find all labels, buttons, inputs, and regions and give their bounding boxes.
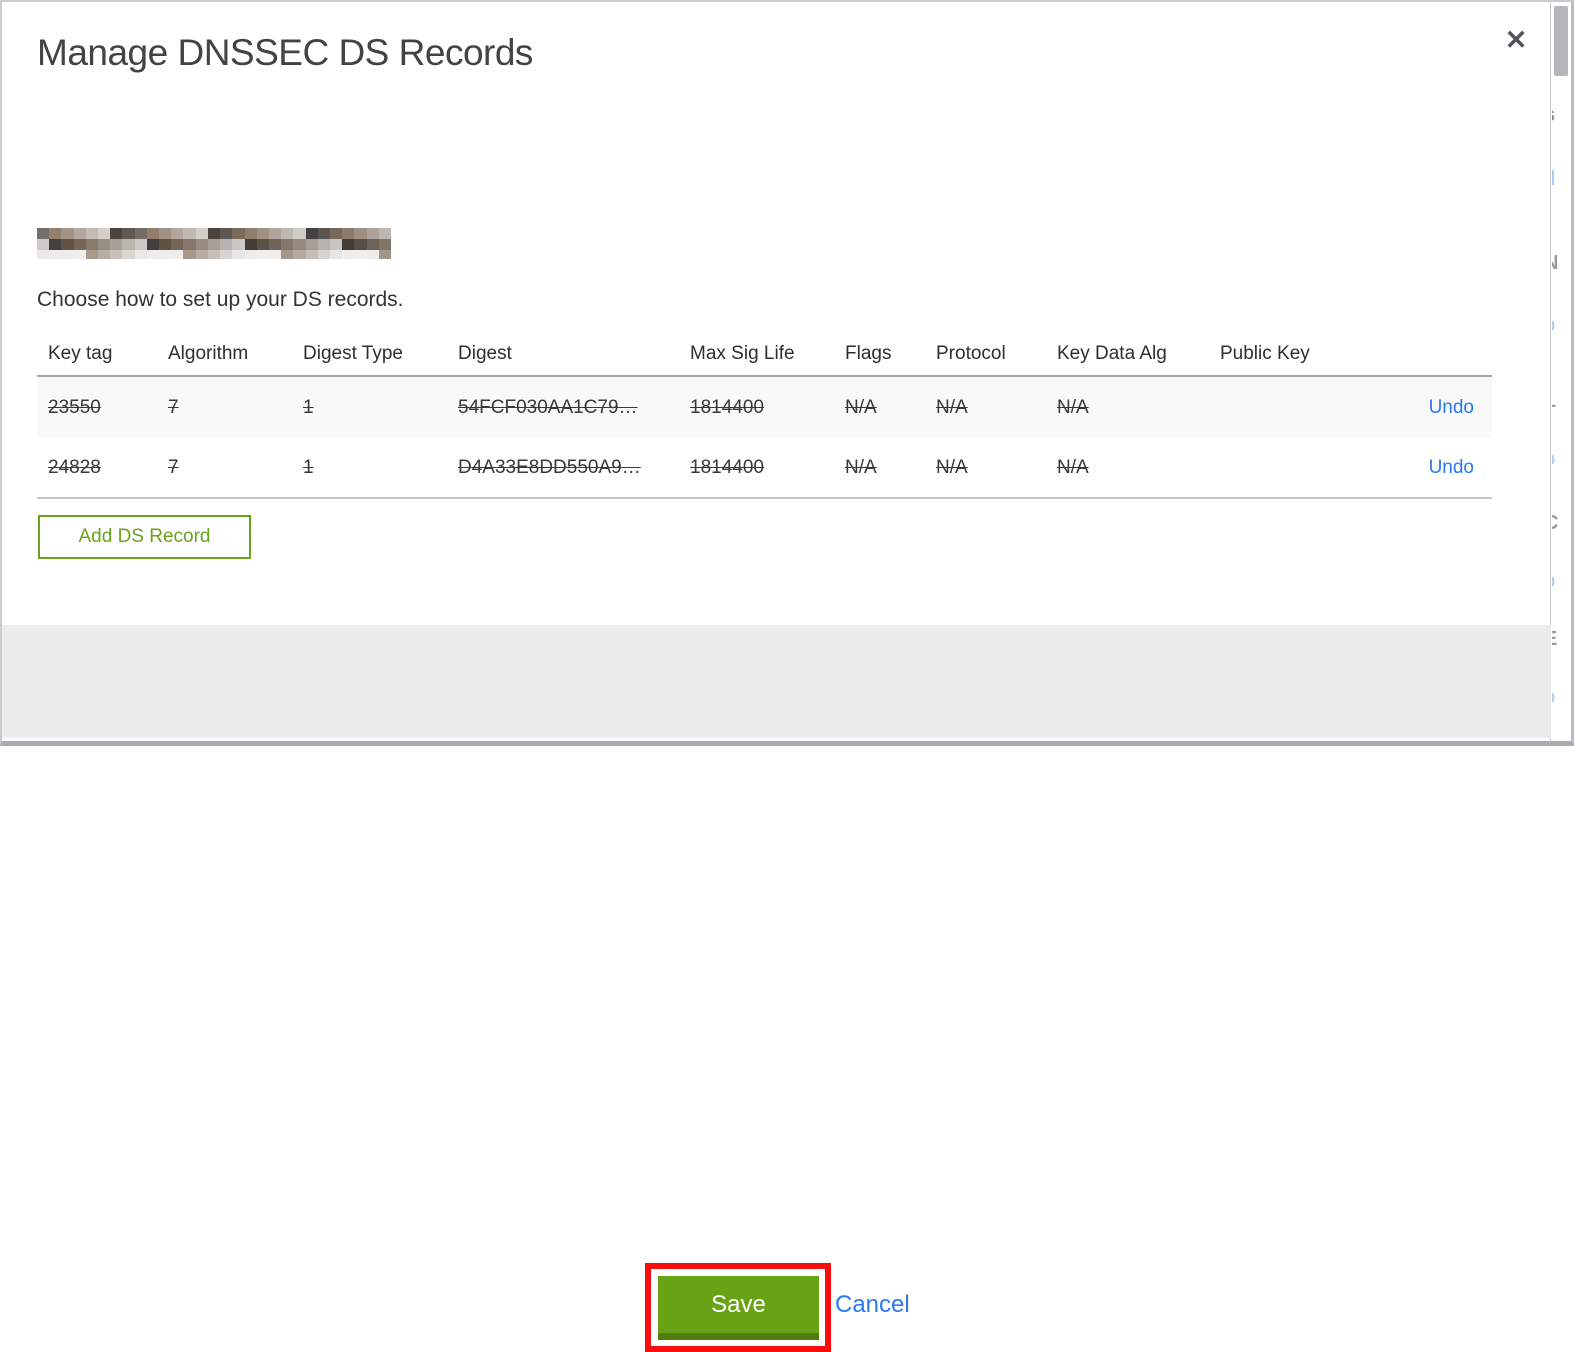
save-button[interactable]: Save	[658, 1276, 819, 1340]
background-text-fragment: o	[1552, 570, 1568, 592]
ds-records-table: Key tag Algorithm Digest Type Digest Max Sig…	[37, 332, 1492, 499]
column-header: Key tag	[48, 342, 113, 364]
undo-link[interactable]: Undo	[1429, 457, 1474, 478]
table-cell: 24828	[48, 456, 101, 478]
table-cell: N/A	[1057, 396, 1089, 418]
table-cell: N/A	[845, 396, 877, 418]
table-cell: 1	[303, 396, 314, 418]
background-page-sliver: s d No Lo Co Eo	[1552, 0, 1571, 746]
close-icon[interactable]: ✕	[1498, 22, 1534, 58]
undo-link[interactable]: Undo	[1429, 397, 1474, 418]
column-header: Max Sig Life	[690, 342, 795, 364]
table-cell: 1814400	[690, 456, 764, 478]
table-cell: N/A	[936, 396, 968, 418]
table-cell: 1	[303, 456, 314, 478]
add-ds-record-button[interactable]: Add DS Record	[38, 515, 251, 559]
column-header: Digest Type	[303, 342, 403, 364]
table-cell: Undo	[1349, 457, 1492, 479]
table-cell: N/A	[1057, 456, 1089, 478]
table-cell: 23550	[48, 396, 101, 418]
page-title: Manage DNSSEC DS Records	[37, 32, 533, 73]
background-text-fragment: s	[1552, 104, 1568, 126]
column-header: Flags	[845, 342, 892, 364]
background-text-fragment: o	[1552, 314, 1568, 336]
setup-instruction-text: Choose how to set up your DS records.	[37, 288, 404, 311]
scrollbar-thumb[interactable]	[1554, 6, 1568, 76]
table-cell: 1814400	[690, 396, 764, 418]
table-cell: Undo	[1349, 397, 1492, 419]
background-text-fragment: C	[1552, 512, 1568, 534]
column-header: Algorithm	[168, 342, 249, 364]
column-header: Digest	[458, 342, 512, 364]
cancel-link[interactable]: Cancel	[835, 1291, 910, 1319]
background-text-fragment: o	[1552, 448, 1568, 470]
background-text-fragment: o	[1552, 686, 1568, 708]
table-cell: N/A	[936, 456, 968, 478]
table-row: 23550 7 1 54FCF030AA1C79… 1814400 N/A N/A N/A Un…	[37, 377, 1492, 438]
column-header: Key Data Alg	[1057, 342, 1167, 364]
column-header: Protocol	[936, 342, 1006, 364]
table-header-row: Key tag Algorithm Digest Type Digest Max Sig…	[37, 332, 1492, 377]
background-text-fragment: d	[1552, 168, 1568, 190]
column-header: Public Key	[1220, 342, 1310, 364]
table-cell: N/A	[845, 456, 877, 478]
modal-footer: Save Cancel	[2, 625, 1551, 1352]
manage-dnssec-modal: Manage DNSSEC DS Records ✕ Choose how to…	[2, 2, 1551, 1352]
table-cell: D4A33E8DD550A9…	[458, 456, 641, 478]
domain-name-redacted	[37, 228, 391, 259]
table-cell: 7	[168, 396, 179, 418]
background-text-fragment: L	[1552, 390, 1568, 412]
background-text-fragment: N	[1552, 252, 1568, 274]
background-text-fragment: E	[1552, 628, 1568, 650]
table-cell: 54FCF030AA1C79…	[458, 396, 638, 418]
table-cell: 7	[168, 456, 179, 478]
table-row: 24828 7 1 D4A33E8DD550A9… 1814400 N/A N/A N/A Un…	[37, 438, 1492, 499]
